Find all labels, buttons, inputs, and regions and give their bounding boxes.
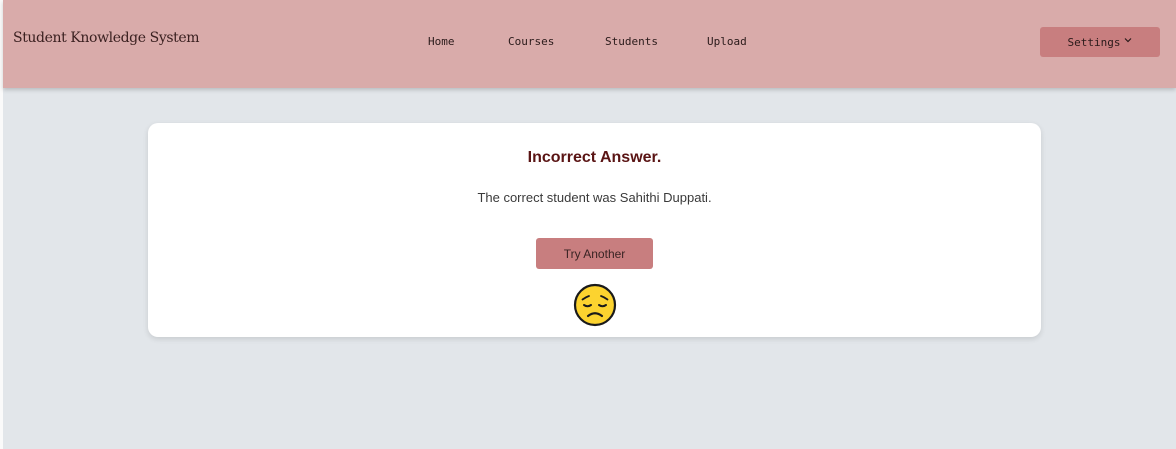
result-card: Incorrect Answer. The correct student wa… xyxy=(148,123,1041,337)
sad-face-icon xyxy=(573,283,617,327)
top-navbar: Student Knowledge System Home Courses St… xyxy=(3,0,1176,88)
result-message: The correct student was Sahithi Duppati. xyxy=(477,190,712,205)
brand-logo-text[interactable]: Student Knowledge System xyxy=(13,30,200,46)
chevron-down-icon xyxy=(1125,38,1132,43)
nav-link-home[interactable]: Home xyxy=(428,35,455,48)
nav-link-upload[interactable]: Upload xyxy=(707,35,747,48)
app-root: Student Knowledge System Home Courses St… xyxy=(0,0,1176,449)
result-title: Incorrect Answer. xyxy=(527,149,662,166)
nav-link-courses[interactable]: Courses xyxy=(508,35,554,48)
try-another-button[interactable]: Try Another xyxy=(536,238,653,269)
nav-link-students[interactable]: Students xyxy=(605,35,658,48)
settings-label: Settings xyxy=(1067,35,1121,49)
settings-dropdown-button[interactable]: Settings xyxy=(1040,27,1160,57)
